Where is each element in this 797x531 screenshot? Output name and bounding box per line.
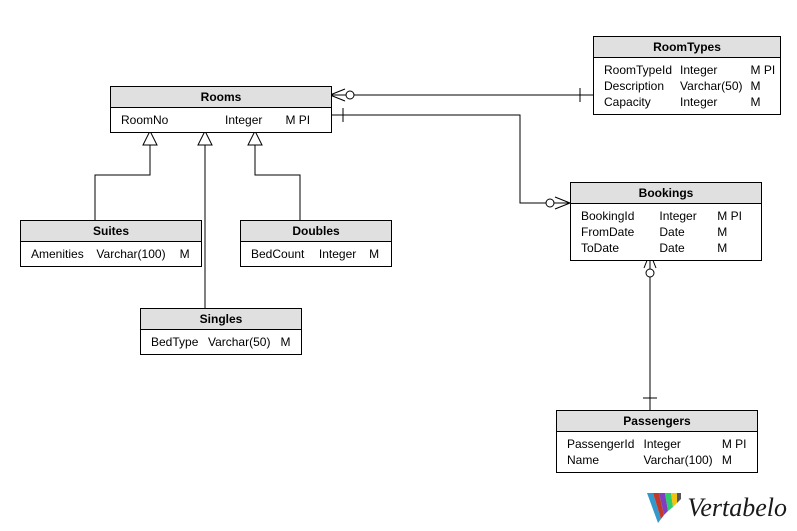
attr-flags: M	[365, 246, 385, 262]
vertabelo-logo-text: Vertabelo	[687, 493, 787, 523]
attr-name: BedType	[147, 334, 204, 350]
attr-name: PassengerId	[563, 436, 640, 452]
attr-name: ToDate	[577, 240, 655, 256]
attr-name: Capacity	[600, 94, 676, 110]
attr-flags: M	[276, 334, 295, 350]
entity-title: Bookings	[571, 183, 761, 204]
attr-flags: M PI	[747, 62, 780, 78]
entity-title: RoomTypes	[594, 37, 780, 58]
rel-rooms-roomtypes	[330, 88, 593, 102]
entity-roomtypes: RoomTypes RoomTypeIdIntegerM PI Descript…	[593, 36, 781, 115]
entity-singles: Singles BedTypeVarchar(50)M	[140, 308, 302, 355]
vertabelo-logo-icon	[647, 493, 681, 523]
entity-bookings: Bookings BookingIdIntegerM PI FromDateDa…	[570, 182, 762, 261]
entity-title: Singles	[141, 309, 301, 330]
attr-type: Date	[655, 224, 713, 240]
attr-type: Varchar(50)	[676, 78, 746, 94]
attr-type: Integer	[315, 246, 365, 262]
entity-title: Suites	[21, 221, 201, 242]
attr-flags: M PI	[281, 112, 325, 128]
attr-name: Amenities	[27, 246, 92, 262]
entity-rooms: Rooms RoomNo Integer M PI	[110, 86, 332, 133]
attr-flags: M	[713, 240, 755, 256]
entity-title: Passengers	[557, 411, 757, 432]
attr-type: Integer	[221, 112, 281, 128]
attr-flags: M	[176, 246, 195, 262]
attr-type: Varchar(100)	[640, 452, 718, 468]
attr-type: Varchar(50)	[204, 334, 277, 350]
attr-type: Integer	[676, 62, 746, 78]
rel-bookings-passengers	[643, 253, 657, 410]
attr-flags: M	[747, 78, 780, 94]
attr-flags: M	[747, 94, 780, 110]
attr-type: Integer	[655, 208, 713, 224]
attr-name: FromDate	[577, 224, 655, 240]
attr-type: Integer	[640, 436, 718, 452]
attr-type: Varchar(100)	[92, 246, 175, 262]
entity-title: Rooms	[111, 87, 331, 108]
attr-flags: M PI	[713, 208, 755, 224]
vertabelo-logo: Vertabelo	[647, 493, 787, 523]
attr-name: RoomNo	[117, 112, 221, 128]
attr-flags: M PI	[718, 436, 751, 452]
attr-name: BookingId	[577, 208, 655, 224]
attr-name: Description	[600, 78, 676, 94]
attr-name: BedCount	[247, 246, 315, 262]
attr-type: Date	[655, 240, 713, 256]
entity-suites: Suites AmenitiesVarchar(100)M	[20, 220, 202, 267]
inh-doubles-rooms	[248, 131, 300, 220]
attr-flags: M	[718, 452, 751, 468]
attr-name: Name	[563, 452, 640, 468]
entity-passengers: Passengers PassengerIdIntegerM PI NameVa…	[556, 410, 758, 473]
attr-type: Integer	[676, 94, 746, 110]
entity-title: Doubles	[241, 221, 391, 242]
inh-suites-rooms	[95, 131, 157, 220]
entity-doubles: Doubles BedCountIntegerM	[240, 220, 392, 267]
attr-flags: M	[713, 224, 755, 240]
rel-rooms-bookings	[330, 108, 570, 209]
attr-name: RoomTypeId	[600, 62, 676, 78]
